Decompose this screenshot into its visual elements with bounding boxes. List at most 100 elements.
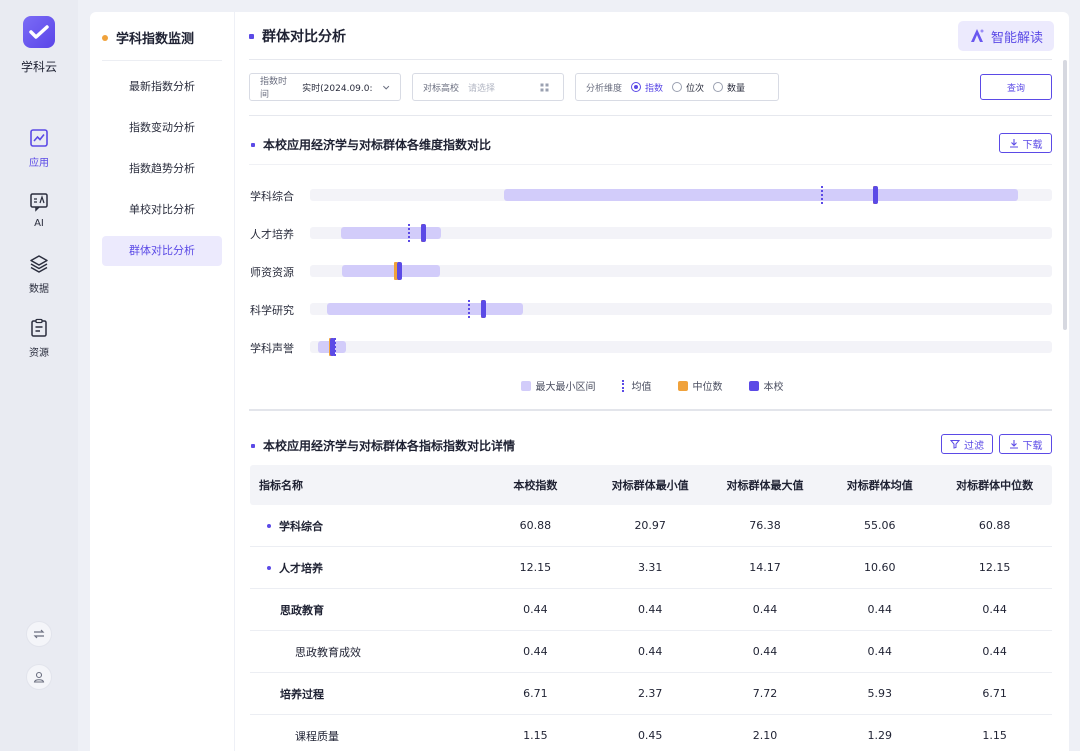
switch-button[interactable] <box>26 621 52 647</box>
scrollbar[interactable] <box>1063 60 1067 330</box>
grid-icon <box>540 83 549 91</box>
chart-legend: 最大最小区间 均值 中位数 本校 <box>235 378 1069 393</box>
range-bar[interactable] <box>340 227 442 239</box>
school-label: 对标高校 <box>423 83 460 94</box>
chart-section-title: 本校应用经济学与对标群体各维度指数对比 <box>251 136 491 153</box>
range-bar[interactable] <box>326 303 524 315</box>
value-cell: 2.37 <box>637 687 663 700</box>
range-bar[interactable] <box>342 265 440 277</box>
sidebar-item-change[interactable]: 指数变动分析 <box>102 113 222 143</box>
mean-marker[interactable] <box>467 300 470 318</box>
mean-marker[interactable] <box>820 186 823 204</box>
title-marker <box>251 443 255 448</box>
school-marker[interactable] <box>397 262 403 280</box>
column-header: 对标群体最大值 <box>726 479 804 492</box>
divider <box>249 59 1052 60</box>
title-marker <box>249 33 254 39</box>
school-marker[interactable] <box>872 186 878 204</box>
nav-item-apps[interactable]: 应用 <box>0 127 78 169</box>
range-bar[interactable] <box>504 189 1019 201</box>
ai-interpret-button[interactable]: 智能解读 <box>958 21 1054 51</box>
table-row[interactable]: 培养过程 6.71 2.37 7.72 5.93 6.71 <box>250 673 1052 715</box>
layers-icon <box>30 255 48 273</box>
value-cell: 0.44 <box>867 603 893 616</box>
page-title: 群体对比分析 <box>249 26 346 46</box>
title-marker <box>251 142 255 147</box>
indicator-name-cell: 思政教育成效 <box>250 644 478 660</box>
indicator-name: 培养过程 <box>280 687 324 701</box>
radio-index[interactable]: 指数 <box>631 81 663 94</box>
nav-label: 资源 <box>29 348 49 359</box>
legend-item-range: 最大最小区间 <box>520 378 596 393</box>
table-row[interactable]: 思政教育成效 0.44 0.44 0.44 0.44 0.44 <box>250 631 1052 673</box>
value-cell: 0.44 <box>637 645 663 658</box>
sidebar-item-trend[interactable]: 指数趋势分析 <box>102 154 222 184</box>
table-row[interactable]: 人才培养 12.15 3.31 14.17 10.60 12.15 <box>250 547 1052 589</box>
indicator-name-cell: 思政教育 <box>250 602 478 618</box>
filter-button[interactable]: 过滤 <box>941 434 993 454</box>
value-cell: 5.93 <box>867 687 893 700</box>
sidebar-item-latest[interactable]: 最新指数分析 <box>102 72 222 102</box>
chart-download-button[interactable]: 下载 <box>999 133 1052 153</box>
download-icon <box>1009 440 1018 449</box>
value-cell: 60.88 <box>519 519 552 532</box>
app-logo[interactable] <box>23 16 55 48</box>
radio-rank[interactable]: 位次 <box>672 81 704 94</box>
nav-item-resources[interactable]: 资源 <box>0 317 78 359</box>
indicator-name-cell: 课程质量 <box>250 728 478 744</box>
radio-label: 位次 <box>686 83 705 94</box>
chart-icon <box>30 129 48 147</box>
value-cell: 14.17 <box>749 561 781 574</box>
legend-label: 本校 <box>763 382 784 393</box>
value-cell: 6.71 <box>523 687 548 700</box>
value-cell: 0.44 <box>523 603 548 616</box>
chart-track <box>310 300 1052 318</box>
row-label: 学科声誉 <box>250 342 294 355</box>
school-marker[interactable] <box>420 224 426 242</box>
value-cell: 6.71 <box>982 687 1007 700</box>
chart-track <box>310 338 1052 356</box>
nav-item-ai[interactable]: AI <box>0 191 78 229</box>
sidebar-item-group-compare[interactable]: 群体对比分析 <box>102 236 222 266</box>
main-panel: 群体对比分析 智能解读 指数时间 实时(2024.09.0: 对标高校 请选择 … <box>235 12 1069 751</box>
legend-label: 中位数 <box>692 382 723 393</box>
filter-icon <box>950 440 960 449</box>
nav-item-data[interactable]: 数据 <box>0 253 78 295</box>
legend-swatch <box>520 380 531 391</box>
value-cell: 10.60 <box>864 561 896 574</box>
filter-label: 过滤 <box>964 440 984 452</box>
user-button[interactable] <box>26 664 52 690</box>
row-label: 科学研究 <box>250 304 294 317</box>
time-select[interactable]: 指数时间 实时(2024.09.0: <box>249 73 401 101</box>
query-button[interactable]: 查询 <box>980 74 1052 100</box>
time-label: 指数时间 <box>260 77 288 100</box>
divider <box>249 409 1052 411</box>
row-label: 人才培养 <box>250 228 294 241</box>
table-row[interactable]: 课程质量 1.15 0.45 2.10 1.29 1.15 <box>250 715 1052 751</box>
user-icon <box>33 671 45 683</box>
divider <box>249 164 1052 165</box>
school-select[interactable]: 对标高校 请选择 <box>412 73 564 101</box>
school-marker[interactable] <box>330 338 336 356</box>
radio-dot <box>631 82 642 92</box>
table-row[interactable]: 学科综合 60.88 20.97 76.38 55.06 60.88 <box>250 505 1052 547</box>
nav-label: AI <box>34 218 44 229</box>
school-marker[interactable] <box>481 300 487 318</box>
chevron-down-icon <box>382 85 389 90</box>
indicator-name: 学科综合 <box>279 519 323 533</box>
table-download-button[interactable]: 下载 <box>999 434 1052 454</box>
radio-dot <box>672 82 683 92</box>
table-row[interactable]: 思政教育 0.44 0.44 0.44 0.44 0.44 <box>250 589 1052 631</box>
indicator-name-cell: 人才培养 <box>250 560 478 576</box>
comparison-table: 指标名称 本校指数 对标群体最小值 对标群体最大值 对标群体均值 对标群体中位数… <box>250 465 1052 751</box>
column-header: 本校指数 <box>513 479 558 492</box>
sidebar-item-single-compare[interactable]: 单校对比分析 <box>102 195 222 225</box>
mean-marker[interactable] <box>408 224 411 242</box>
page-title-text: 群体对比分析 <box>262 29 346 45</box>
radio-count[interactable]: 数量 <box>713 81 745 94</box>
value-cell: 1.29 <box>867 729 893 742</box>
value-cell: 7.72 <box>752 687 778 700</box>
chart-track <box>310 262 1052 280</box>
legend-item-school: 本校 <box>748 378 784 393</box>
column-header: 指标名称 <box>259 479 303 492</box>
